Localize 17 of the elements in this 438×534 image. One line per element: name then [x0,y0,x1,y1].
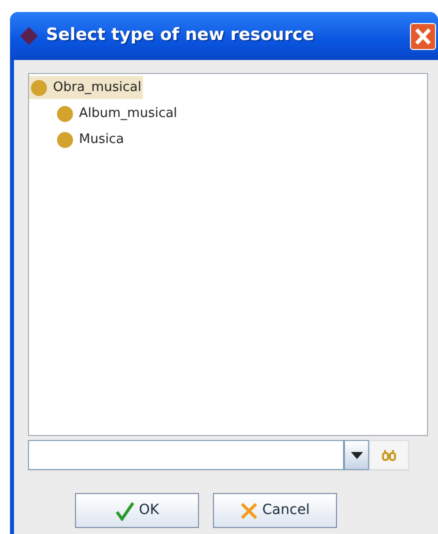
tree-item[interactable]: Album_musical [55,102,180,125]
close-icon[interactable] [410,22,436,50]
tree-item[interactable]: Musica [55,128,126,151]
tree-item[interactable]: Obra_musical [29,76,144,99]
ok-button[interactable]: OK [75,493,199,528]
caret-icon [350,452,362,458]
class-icon [31,80,47,96]
cancel-button[interactable]: Cancel [213,493,337,528]
class-icon [57,106,73,122]
binoculars-icon [382,449,396,461]
search-field[interactable] [28,440,344,470]
window-title: Select type of new resource [46,24,314,48]
class-icon [57,132,73,148]
check-icon [114,500,135,520]
diamond-icon [20,27,38,45]
dropdown-button[interactable] [344,440,369,470]
cross-icon [240,502,258,520]
